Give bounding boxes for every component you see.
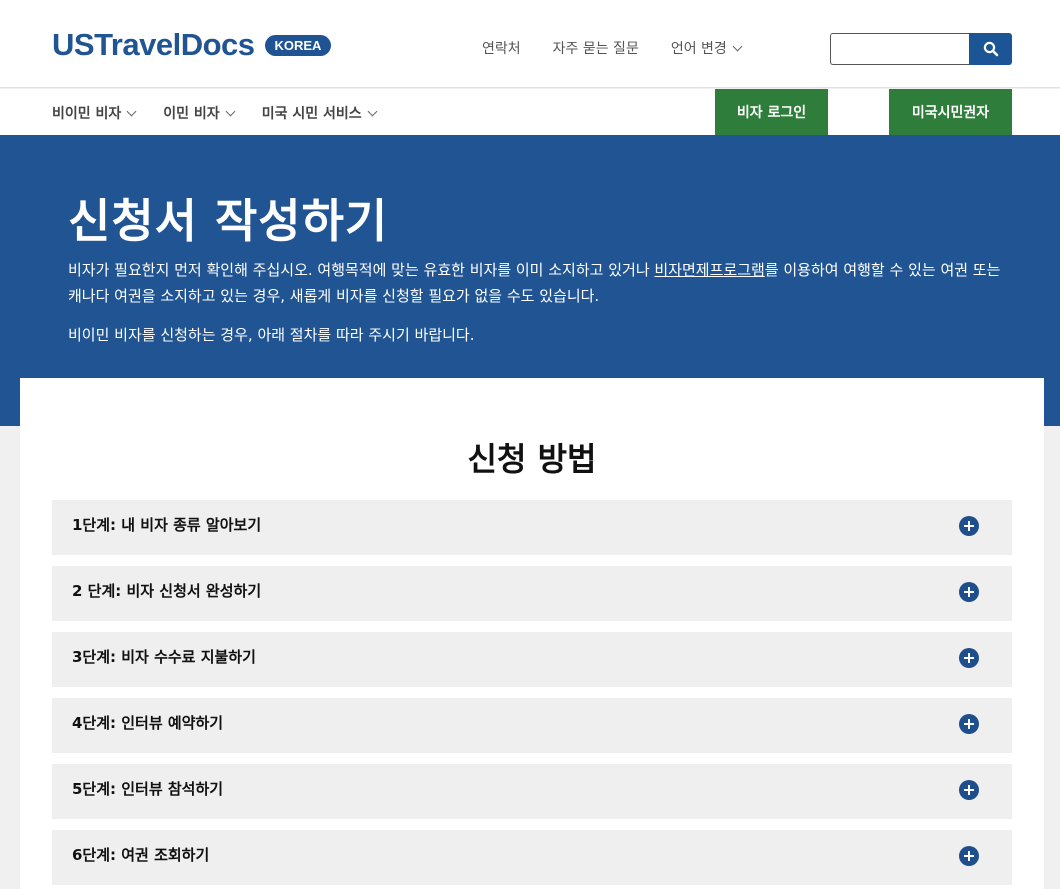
- faq-link[interactable]: 자주 묻는 질문: [553, 38, 639, 58]
- plus-circle-icon: [959, 582, 979, 602]
- accordion-step-4[interactable]: 4단계: 인터뷰 예약하기: [52, 698, 1012, 753]
- page-title: 신청서 작성하기: [68, 194, 389, 248]
- chevron-down-icon: [732, 41, 743, 52]
- nav-nonimmigrant-visa[interactable]: 비이민 비자: [52, 103, 137, 123]
- accordion-step-1[interactable]: 1단계: 내 비자 종류 알아보기: [52, 500, 1012, 555]
- language-menu[interactable]: 언어 변경: [670, 38, 743, 58]
- search-icon: [983, 41, 998, 57]
- step-label: 5단계: 인터뷰 참석하기: [72, 780, 224, 798]
- utility-nav: 연락처 자주 묻는 질문 언어 변경: [482, 38, 743, 58]
- plus-circle-icon: [959, 714, 979, 734]
- step-label: 1단계: 내 비자 종류 알아보기: [72, 516, 262, 534]
- plus-circle-icon: [959, 648, 979, 668]
- accordion-step-3[interactable]: 3단계: 비자 수수료 지불하기: [52, 632, 1012, 687]
- visa-waiver-link[interactable]: 비자면제프로그램: [654, 261, 764, 279]
- search-button[interactable]: [969, 33, 1012, 65]
- section-title: 신청 방법: [467, 440, 597, 478]
- nav-label: 비이민 비자: [52, 106, 122, 122]
- step-label: 6단계: 여권 조회하기: [72, 846, 210, 864]
- visa-login-button[interactable]: 비자 로그인: [715, 89, 828, 135]
- chevron-down-icon: [126, 106, 137, 117]
- intro-text-1: 비자가 필요한지 먼저 확인해 주십시오. 여행목적에 맞는 유효한 비자를 이…: [68, 261, 655, 279]
- site-logo[interactable]: USTravelDocs KOREA: [52, 27, 332, 63]
- nav-label: 미국 시민 서비스: [261, 106, 362, 122]
- step-label: 3단계: 비자 수수료 지불하기: [72, 648, 256, 666]
- nav-immigrant-visa[interactable]: 이민 비자: [163, 103, 236, 123]
- accordion-step-2[interactable]: 2 단계: 비자 신청서 완성하기: [52, 566, 1012, 621]
- plus-circle-icon: [959, 846, 979, 866]
- step-label: 4단계: 인터뷰 예약하기: [72, 714, 224, 732]
- instruction-paragraph: 비이민 비자를 신청하는 경우, 아래 절차를 따라 주시기 바랍니다.: [68, 326, 475, 344]
- top-header: USTravelDocs KOREA 연락처 자주 묻는 질문 언어 변경: [0, 0, 1060, 88]
- country-badge: KOREA: [264, 34, 332, 56]
- nav-label: 이민 비자: [163, 106, 220, 122]
- main-nav: 비이민 비자 이민 비자 미국 시민 서비스 비자 로그인 미국시민권자: [0, 89, 1060, 135]
- accordion-step-5[interactable]: 5단계: 인터뷰 참석하기: [52, 764, 1012, 819]
- chevron-down-icon: [367, 106, 378, 117]
- chevron-down-icon: [225, 106, 236, 117]
- search-input[interactable]: [830, 33, 969, 65]
- plus-circle-icon: [959, 780, 979, 800]
- contact-link[interactable]: 연락처: [482, 38, 521, 58]
- steps-card: 신청 방법 1단계: 내 비자 종류 알아보기 2 단계: 비자 신청서 완성하…: [20, 378, 1044, 889]
- search-form: [830, 33, 1012, 65]
- us-citizen-button[interactable]: 미국시민권자: [889, 89, 1012, 135]
- logo-text: USTravelDocs: [52, 27, 255, 62]
- language-label: 언어 변경: [670, 41, 727, 57]
- nav-citizen-services[interactable]: 미국 시민 서비스: [261, 103, 378, 123]
- intro-paragraph: 비자가 필요한지 먼저 확인해 주십시오. 여행목적에 맞는 유효한 비자를 이…: [68, 257, 1008, 309]
- accordion-step-6[interactable]: 6단계: 여권 조회하기: [52, 830, 1012, 885]
- plus-circle-icon: [959, 516, 979, 536]
- step-label: 2 단계: 비자 신청서 완성하기: [72, 582, 262, 600]
